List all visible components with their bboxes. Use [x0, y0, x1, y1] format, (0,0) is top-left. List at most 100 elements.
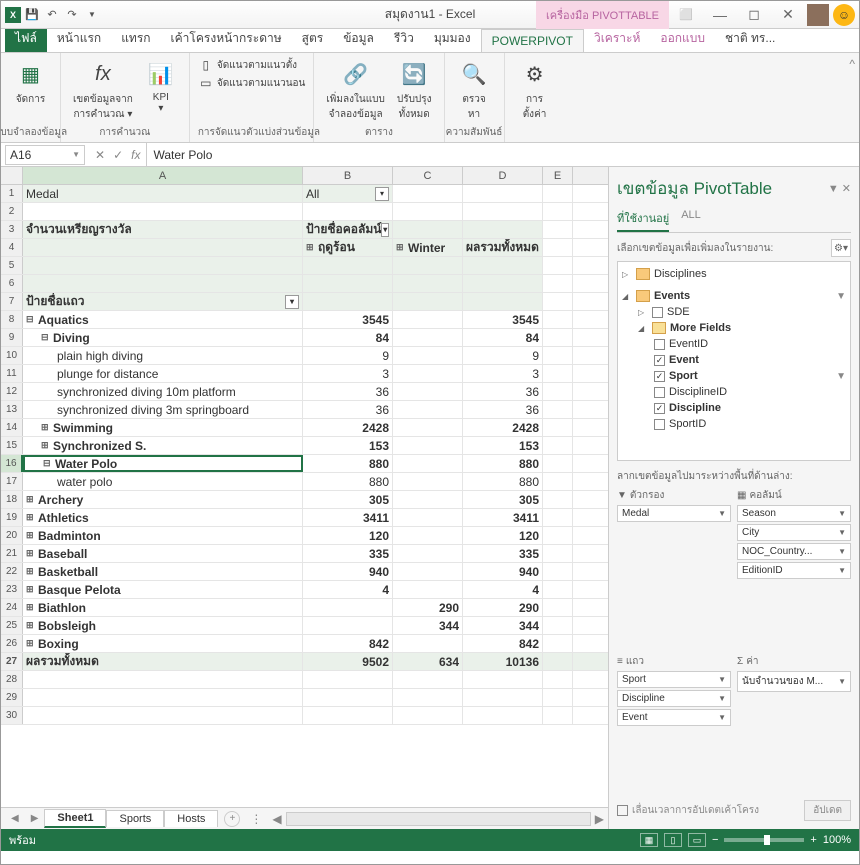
tab-file[interactable]: ไฟล์	[5, 25, 47, 52]
smiley-icon[interactable]: ☺	[833, 4, 855, 26]
filter-icon[interactable]: ▾	[381, 223, 389, 237]
add-to-model-button[interactable]: 🔗เพิ่มลงในแบบ จำลองข้อมูล	[322, 56, 388, 124]
col-header-d[interactable]: D	[463, 167, 543, 184]
tab-more[interactable]: ชาติ ทร...	[715, 25, 785, 52]
next-sheet-icon[interactable]: ▶	[25, 813, 45, 824]
filters-zone[interactable]: ▼ตัวกรอง Medal▼	[617, 488, 731, 648]
zoom-slider[interactable]	[724, 838, 804, 842]
collapse-ribbon-icon[interactable]: ^	[845, 53, 859, 142]
qat-dropdown-icon[interactable]: ▼	[83, 6, 101, 24]
fp-tab-all[interactable]: ALL	[681, 206, 701, 232]
tab-analyze[interactable]: วิเคราะห์	[584, 25, 650, 52]
table-icon	[636, 290, 650, 302]
tab-review[interactable]: รีวิว	[384, 25, 424, 52]
prev-sheet-icon[interactable]: ◀	[5, 813, 25, 824]
checkbox[interactable]: ✓	[654, 355, 665, 366]
sheet-tabs: ◀ ▶ Sheet1 Sports Hosts + ⋮ ◀ ▶	[1, 807, 608, 829]
pivot-field-pane: เขตข้อมูล PivotTable ▼ ✕ ที่ใช้งานอยู่ AL…	[609, 167, 859, 829]
checkbox[interactable]	[654, 419, 665, 430]
manage-icon: ▦	[15, 58, 47, 90]
defer-label: เลื่อนเวลาการอัปเดตเค้าโครง	[632, 803, 759, 818]
ribbon-options-icon[interactable]: ⬜	[671, 4, 701, 26]
restore-icon[interactable]: ◻	[739, 4, 769, 26]
hscrollbar[interactable]	[286, 812, 591, 826]
filter-icon[interactable]: ▾	[375, 187, 389, 201]
formula-input[interactable]: Water Polo	[146, 143, 859, 166]
values-zone[interactable]: Σค่า นับจำนวนของ M...▼	[737, 654, 851, 795]
update-button[interactable]: อัปเดต	[804, 800, 851, 821]
field-list[interactable]: ▷Disciplines ◢Events▼ ▷SDE ◢More Fields …	[617, 261, 851, 461]
zoom-level[interactable]: 100%	[823, 834, 851, 846]
save-icon[interactable]: 💾	[23, 6, 41, 24]
title-bar: X 💾 ↶ ↷ ▼ สมุดงาน1 - Excel เครื่องมือ PI…	[1, 1, 859, 29]
cancel-fx-icon[interactable]: ✕	[95, 148, 105, 162]
gear-icon: ⚙	[519, 58, 551, 90]
tab-data[interactable]: ข้อมูล	[333, 25, 384, 52]
defer-checkbox[interactable]	[617, 805, 628, 816]
fp-tab-active[interactable]: ที่ใช้งานอยู่	[617, 206, 669, 232]
close-icon[interactable]: ✕	[773, 4, 803, 26]
minimize-icon[interactable]: —	[705, 4, 735, 26]
settings-button[interactable]: ⚙การ ตั้งค่า	[515, 56, 555, 124]
rows-zone[interactable]: ≡แถว Sport▼ Discipline▼ Event▼	[617, 654, 731, 795]
checkbox[interactable]	[654, 339, 665, 350]
detect-button[interactable]: 🔍ตรวจ หา	[454, 56, 494, 124]
col-header-c[interactable]: C	[393, 167, 463, 184]
select-all[interactable]	[1, 167, 23, 184]
fp-hint: เลือกเขตข้อมูลเพื่อเพิ่มลงในรายงาน:	[617, 241, 773, 256]
align-vertical[interactable]: ▯จัดแนวตามแนวตั้ง	[198, 56, 297, 74]
group-label: การจัดแนวตัวแบ่งส่วนข้อมูล	[198, 125, 320, 140]
manage-button[interactable]: ▦จัดการ	[11, 56, 51, 109]
align-v-icon: ▯	[198, 57, 214, 73]
columns-zone-icon: ▦	[737, 490, 746, 501]
checkbox[interactable]: ✓	[654, 403, 665, 414]
detect-icon: 🔍	[458, 58, 490, 90]
dropdown-icon[interactable]: ▼	[828, 183, 839, 195]
checkbox[interactable]	[654, 387, 665, 398]
checkbox[interactable]	[652, 307, 663, 318]
link-icon: 🔗	[340, 58, 372, 90]
filter-icon[interactable]: ▼	[836, 291, 846, 302]
tab-insert[interactable]: แทรก	[111, 25, 160, 52]
sheet-tab-hosts[interactable]: Hosts	[164, 810, 218, 827]
col-header-b[interactable]: B	[303, 167, 393, 184]
zoom-in-icon[interactable]: +	[810, 834, 816, 846]
align-horizontal[interactable]: ▭จัดแนวตามแนวนอน	[198, 74, 306, 92]
close-pane-icon[interactable]: ✕	[842, 183, 851, 195]
tab-home[interactable]: หน้าแรก	[47, 25, 111, 52]
tab-view[interactable]: มุมมอง	[424, 25, 481, 52]
tab-powerpivot[interactable]: POWERPIVOT	[481, 29, 584, 52]
normal-view-icon[interactable]: ▦	[640, 833, 658, 847]
col-header-e[interactable]: E	[543, 167, 573, 184]
group-label: แบบจำลองข้อมูล	[0, 125, 67, 140]
avatar[interactable]	[807, 4, 829, 26]
field-pane-title: เขตข้อมูล PivotTable	[617, 175, 772, 202]
checkbox[interactable]: ✓	[654, 371, 665, 382]
zoom-out-icon[interactable]: −	[712, 834, 718, 846]
filter-icon[interactable]: ▼	[836, 371, 846, 382]
undo-icon[interactable]: ↶	[43, 6, 61, 24]
page-break-icon[interactable]: ▭	[688, 833, 706, 847]
columns-zone[interactable]: ▦คอลัมน์ Season▼ City▼ NOC_Country...▼ E…	[737, 488, 851, 648]
sheet-tab-1[interactable]: Sheet1	[44, 809, 106, 828]
redo-icon[interactable]: ↷	[63, 6, 81, 24]
fx-icon[interactable]: fx	[131, 148, 140, 162]
page-layout-icon[interactable]: ▯	[664, 833, 682, 847]
refresh-all-button[interactable]: 🔄ปรับปรุง ทั้งหมด	[393, 56, 436, 124]
filter-icon[interactable]: ▾	[285, 295, 299, 309]
kpi-button[interactable]: 📊KPI ▾	[141, 56, 181, 124]
col-header-a[interactable]: A	[23, 167, 303, 184]
enter-fx-icon[interactable]: ✓	[113, 148, 123, 162]
calc-field-button[interactable]: fxเขตข้อมูลจาก การคำนวณ ▾	[69, 56, 137, 124]
tab-layout[interactable]: เค้าโครงหน้ากระดาษ	[161, 25, 292, 52]
grid[interactable]: 1MedalAll▾ 2 3จำนวนเหรียญรางวัลป้ายชื่อค…	[1, 185, 608, 725]
new-sheet-icon[interactable]: +	[224, 811, 240, 827]
quick-access-toolbar: X 💾 ↶ ↷ ▼	[5, 6, 101, 24]
gear-icon[interactable]: ⚙▾	[831, 239, 851, 257]
sheet-tab-sports[interactable]: Sports	[106, 810, 164, 827]
formula-bar: A16▼ ✕ ✓ fx Water Polo	[1, 143, 859, 167]
tab-design[interactable]: ออกแบบ	[650, 25, 715, 52]
name-box[interactable]: A16▼	[5, 145, 85, 165]
ribbon: ▦จัดการ แบบจำลองข้อมูล fxเขตข้อมูลจาก กา…	[1, 53, 859, 143]
tab-formulas[interactable]: สูตร	[292, 25, 334, 52]
